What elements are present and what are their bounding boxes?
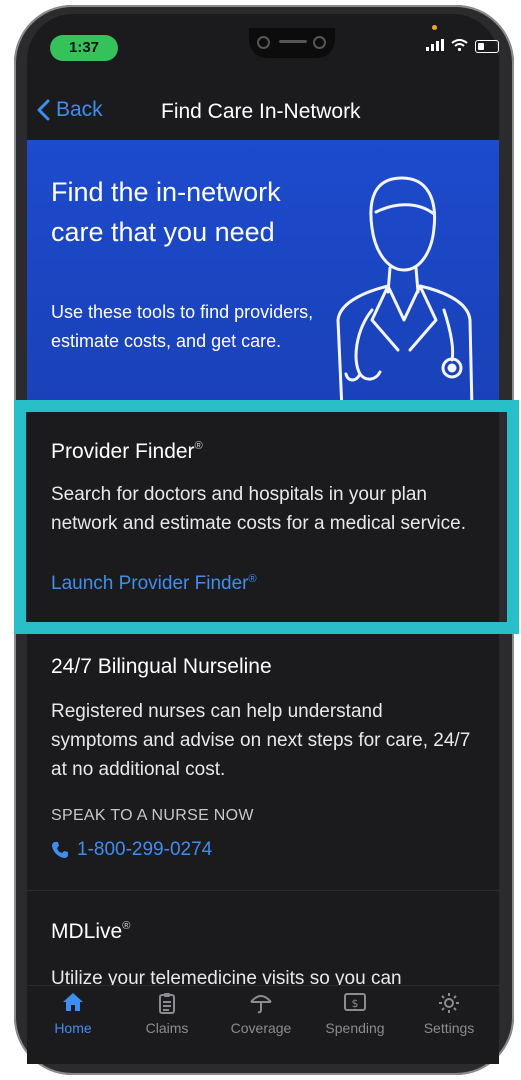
nurseline-description: Registered nurses can help understand sy…	[51, 701, 471, 780]
navigation-bar: Back Find Care In-Network	[27, 88, 499, 138]
launch-provider-finder-link[interactable]: Launch Provider Finder®	[51, 573, 257, 595]
chevron-left-icon	[37, 99, 50, 121]
nurse-phone-link[interactable]: 1-800-299-0274	[51, 839, 212, 861]
provider-finder-description: Search for doctors and hospitals in your…	[51, 484, 467, 534]
doctor-illustration-icon	[336, 176, 474, 402]
privacy-indicator	[432, 25, 437, 30]
phone-icon	[52, 842, 68, 858]
dollar-card-icon: $	[313, 992, 397, 1020]
home-icon	[31, 992, 115, 1020]
tab-home[interactable]: Home	[31, 992, 115, 1036]
nurse-cta-label: SPEAK TO A NURSE NOW	[51, 807, 254, 824]
tab-spending[interactable]: $ Spending	[313, 992, 397, 1036]
registered-mark: ®	[194, 440, 203, 452]
camera-icon	[257, 36, 270, 49]
tab-settings[interactable]: Settings	[407, 992, 491, 1036]
page-title: Find Care In-Network	[161, 100, 361, 123]
tab-claims-label: Claims	[145, 1020, 189, 1036]
svg-text:$: $	[352, 997, 359, 1010]
tab-home-label: Home	[54, 1020, 92, 1036]
tab-claims[interactable]: Claims	[125, 992, 209, 1036]
launch-link-registered: ®	[248, 573, 257, 585]
speaker-grille	[279, 40, 307, 43]
tab-bar: Home Claims Coverage $ Spending Settings	[27, 985, 499, 1064]
section-divider	[27, 890, 499, 891]
hero-heading: Find the in-network care that you need	[51, 177, 281, 247]
tab-spending-label: Spending	[325, 1020, 385, 1036]
provider-finder-card[interactable]: Provider Finder® Search for doctors and …	[27, 418, 499, 616]
clipboard-icon	[125, 992, 209, 1020]
wifi-icon	[451, 38, 468, 55]
gear-icon	[407, 992, 491, 1020]
signal-icon	[426, 38, 444, 55]
tab-coverage[interactable]: Coverage	[219, 992, 303, 1036]
battery-icon	[475, 40, 499, 53]
launch-link-label: Launch Provider Finder	[51, 573, 249, 594]
mdlive-registered: ®	[122, 920, 131, 932]
umbrella-icon	[219, 992, 303, 1020]
tab-settings-label: Settings	[423, 1020, 475, 1036]
provider-finder-title: Provider Finder	[51, 440, 195, 463]
nurse-phone-number: 1-800-299-0274	[77, 839, 213, 860]
nurseline-title: 24/7 Bilingual Nurseline	[51, 655, 272, 678]
mdlive-title: MDLive	[51, 920, 123, 943]
notch	[249, 28, 335, 58]
back-button[interactable]: Back	[36, 98, 103, 122]
hero-subtext: Use these tools to find providers, estim…	[51, 302, 314, 351]
status-icons	[426, 38, 499, 55]
back-label: Back	[56, 98, 103, 121]
tab-coverage-label: Coverage	[230, 1020, 292, 1036]
hero-banner: Find the in-network care that you need U…	[27, 140, 499, 402]
sensor-icon	[313, 36, 326, 49]
status-time: 1:37	[50, 35, 118, 61]
